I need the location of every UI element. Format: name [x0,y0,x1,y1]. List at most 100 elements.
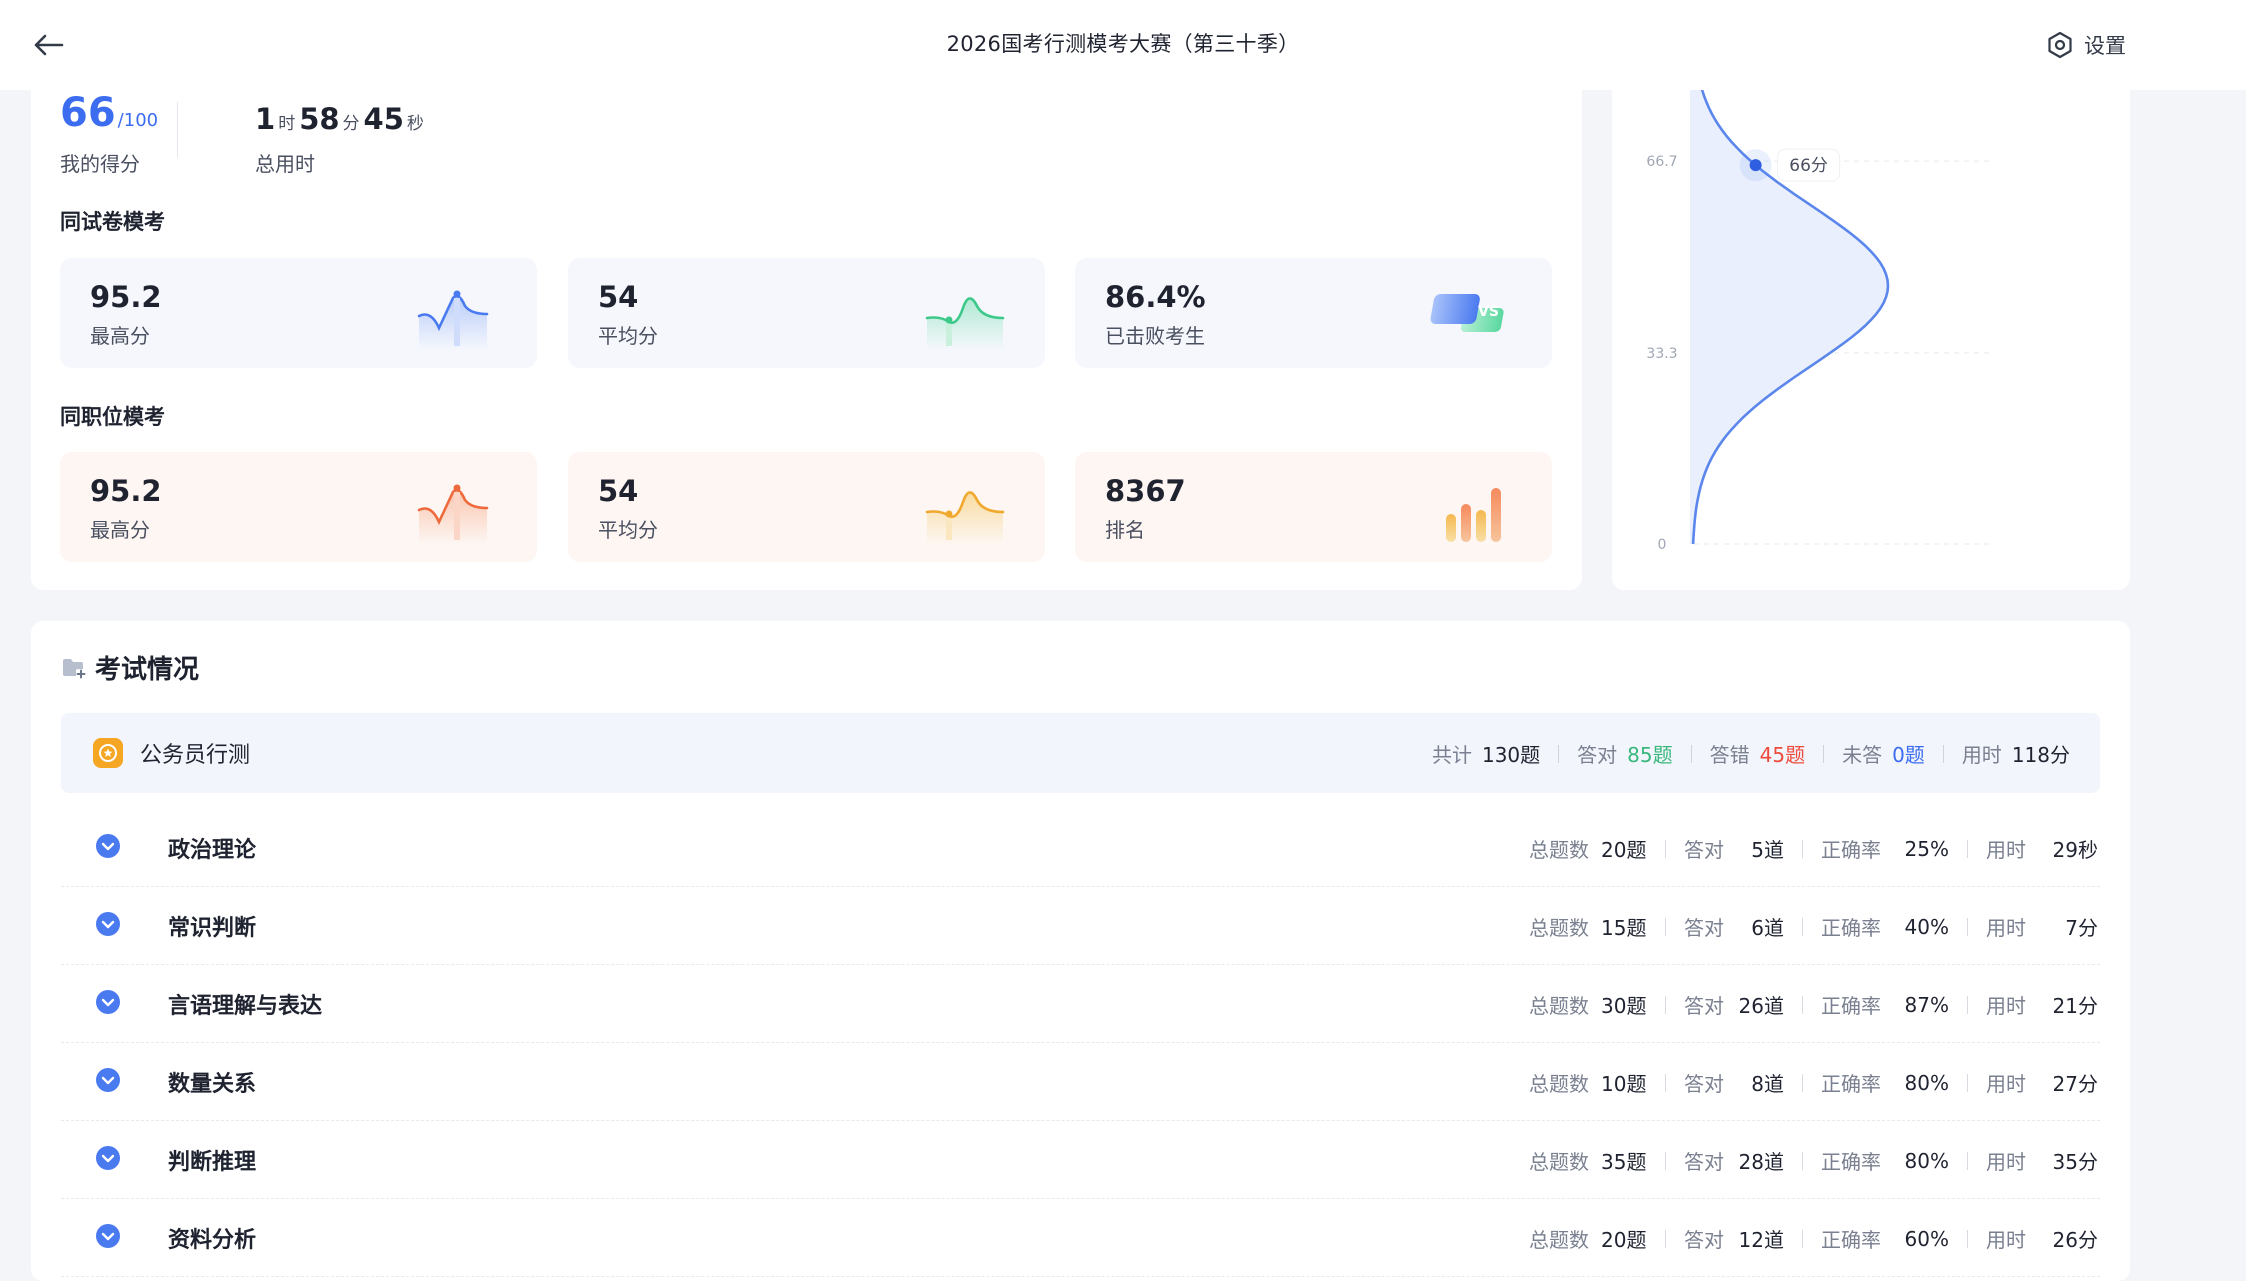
unanswered-value: 0题 [1892,743,1925,767]
separator [1967,839,1968,858]
score-label: 我的得分 [60,152,140,176]
correct-value: 85题 [1627,743,1673,767]
time-value: 21分 [2052,994,2098,1018]
time-value: 35分 [2052,1150,2098,1174]
chevron-down-circle-icon[interactable] [95,911,121,937]
line-wave-icon [925,297,1005,350]
total-label: 共计 [1431,743,1472,767]
stat-label: 最高分 [90,518,150,542]
rate-value: 80% [1904,1070,1949,1095]
separator [1967,917,1968,936]
module-row[interactable]: 数量关系 总题数 10题 答对 8道 正确率 80% 用时 27分 [61,1042,2100,1121]
count-label: 总题数 [1529,1228,1589,1252]
time-minutes: 58 [299,102,340,136]
line-wave-icon [925,491,1005,544]
module-stats: 总题数 20题 答对 12道 正确率 60% 用时 26分 [1529,1224,2098,1253]
separator [1802,839,1803,858]
module-row[interactable]: 政治理论 总题数 20题 答对 5道 正确率 25% 用时 29秒 [61,808,2100,887]
hexagon-gear-icon [2048,31,2072,59]
correct-value: 6道 [1751,916,1784,940]
time-label: 用时 [1961,743,2002,767]
settings-button[interactable]: 设置 [2046,28,2126,62]
correct-label: 答对 [1684,1150,1724,1174]
wrong-value: 45题 [1759,743,1806,767]
rate-label: 正确率 [1821,916,1881,940]
count-value: 20题 [1601,1228,1647,1252]
chevron-down-circle-icon[interactable] [95,833,121,859]
stat-label: 已击败考生 [1105,324,1205,348]
subject-summary-row[interactable]: 公务员行测 共计 130题 答对 85题 答错 45题 未答 0题 用时 118… [61,713,2100,793]
separator [1690,744,1692,763]
module-name: 政治理论 [168,838,257,863]
separator [1802,995,1803,1014]
separator [1665,995,1666,1014]
same-position-title: 同职位模考 [60,401,165,433]
stat-value: 95.2 [90,474,162,508]
same-position-rank: 8367 排名 [1075,452,1552,562]
wrong-label: 答错 [1709,743,1750,767]
separator [1665,1151,1666,1170]
module-name: 资料分析 [168,1228,257,1253]
module-row[interactable]: 言语理解与表达 总题数 30题 答对 26道 正确率 87% 用时 21分 [61,964,2100,1043]
correct-label: 答对 [1684,838,1724,862]
my-score-marker [1749,159,1762,172]
same-paper-beaten: 86.4% 已击败考生 VS [1075,258,1552,368]
time-value: 118分 [2011,743,2070,767]
chevron-down-circle-icon[interactable] [95,1067,121,1093]
rate-value: 25% [1904,836,1949,861]
rate-label: 正确率 [1821,994,1881,1018]
exam-situation-card: 考试情况 公务员行测 共计 130题 答对 85题 答错 45题 未答 0题 用… [31,621,2130,1281]
separator [1665,839,1666,858]
stat-value: 54 [598,280,639,314]
time-hours: 1 [255,102,276,136]
same-paper-title: 同试卷模考 [60,206,165,238]
chevron-down-circle-icon[interactable] [95,989,121,1015]
stat-label: 平均分 [598,518,658,542]
result-summary-card: 66 /100 我的得分 1 时 58 分 45 秒 总用时 同试卷模考 95.… [31,60,1582,590]
module-row[interactable]: 常识判断 总题数 15题 答对 6道 正确率 40% 用时 7分 [61,886,2100,965]
count-value: 10题 [1601,1072,1647,1096]
count-value: 30题 [1601,994,1647,1018]
module-name: 判断推理 [168,1150,257,1175]
separator [1802,917,1803,936]
bar-rank-icon [1446,488,1501,542]
same-paper-average: 54 平均分 [568,258,1045,368]
time-seconds: 45 [363,102,404,136]
count-label: 总题数 [1529,1150,1589,1174]
exam-section-title: 考试情况 [95,655,200,685]
module-name: 数量关系 [168,1072,257,1097]
distribution-area [1690,60,1888,544]
rate-label: 正确率 [1821,1150,1881,1174]
score-value: 66 [60,90,116,136]
folder-add-icon [63,658,86,679]
time-label: 用时 [1986,916,2026,940]
correct-value: 8道 [1751,1072,1784,1096]
correct-label: 答对 [1684,1228,1724,1252]
chevron-down-circle-icon[interactable] [95,1223,121,1249]
module-name: 言语理解与表达 [168,994,323,1019]
y-tick-label: 66.7 [1646,154,1677,170]
count-label: 总题数 [1529,1072,1589,1096]
line-peak-icon [417,484,489,544]
score-distribution-chart: 0 33.3 66.7 66分 [1646,60,1992,553]
page-title: 2026国考行测模考大赛（第三十季） [946,32,1300,56]
separator [1802,1229,1803,1248]
subject-name: 公务员行测 [140,743,251,768]
count-value: 35题 [1601,1150,1647,1174]
module-stats: 总题数 20题 答对 5道 正确率 25% 用时 29秒 [1529,834,2098,863]
module-row[interactable]: 资料分析 总题数 20题 答对 12道 正确率 60% 用时 26分 [61,1198,2100,1277]
correct-label: 答对 [1684,994,1724,1018]
chevron-down-circle-icon[interactable] [95,1145,121,1171]
same-paper-highest: 95.2 最高分 [60,258,537,368]
count-label: 总题数 [1529,916,1589,940]
my-score: 66 /100 [60,90,158,136]
module-stats: 总题数 35题 答对 28道 正确率 80% 用时 35分 [1529,1146,2098,1175]
separator [1665,1229,1666,1248]
correct-value: 12道 [1738,1228,1784,1252]
rate-value: 87% [1904,992,1949,1017]
module-row[interactable]: 判断推理 总题数 35题 答对 28道 正确率 80% 用时 35分 [61,1120,2100,1199]
rate-value: 40% [1904,914,1949,939]
vs-icon: VS [1430,294,1504,332]
module-stats: 总题数 15题 答对 6道 正确率 40% 用时 7分 [1529,912,2098,941]
time-label: 用时 [1986,1072,2026,1096]
